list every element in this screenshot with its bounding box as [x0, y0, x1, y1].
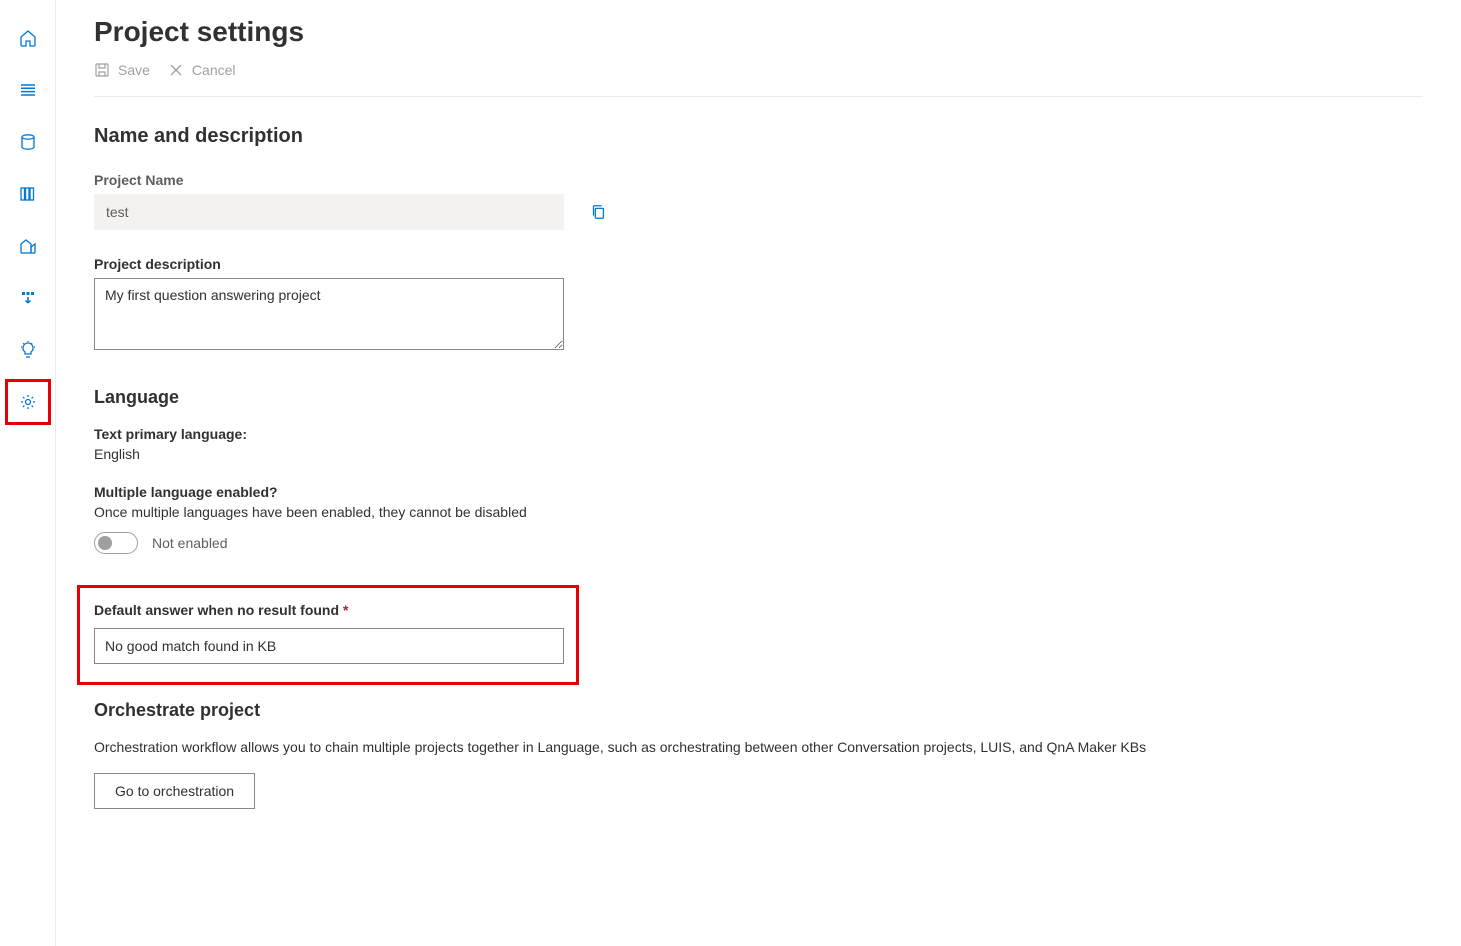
default-answer-label-text: Default answer when no result found	[94, 602, 339, 618]
cancel-button[interactable]: Cancel	[168, 62, 236, 78]
project-name-label: Project Name	[94, 172, 1423, 188]
text-primary-label: Text primary language:	[94, 426, 1423, 442]
toolbar: Save Cancel	[94, 62, 1423, 97]
buildings-icon	[18, 236, 38, 256]
nav-deploy[interactable]	[8, 278, 48, 318]
nav-insights[interactable]	[8, 330, 48, 370]
gear-icon	[18, 392, 38, 412]
page-title: Project settings	[94, 16, 1423, 48]
close-icon	[168, 62, 184, 78]
save-icon	[94, 62, 110, 78]
list-icon	[18, 80, 38, 100]
home-icon	[18, 28, 38, 48]
section-language: Language	[94, 387, 1423, 408]
project-desc-label: Project description	[94, 256, 1423, 272]
default-answer-field[interactable]	[94, 628, 564, 664]
default-answer-label: Default answer when no result found*	[94, 602, 562, 618]
cylinder-icon	[18, 132, 38, 152]
text-primary-value: English	[94, 446, 1423, 462]
multi-lang-toggle[interactable]	[94, 532, 138, 554]
project-name-field	[94, 194, 564, 230]
nav-settings[interactable]	[8, 382, 48, 422]
lightbulb-icon	[18, 340, 38, 360]
multi-lang-label: Multiple language enabled?	[94, 484, 1423, 500]
main-content: Project settings Save Cancel Name and de…	[56, 0, 1461, 946]
nav-lines[interactable]	[8, 70, 48, 110]
project-desc-field[interactable]	[94, 278, 564, 350]
section-orchestrate: Orchestrate project	[94, 700, 1423, 721]
save-button[interactable]: Save	[94, 62, 150, 78]
required-indicator: *	[343, 602, 348, 618]
books-icon	[18, 184, 38, 204]
copy-project-name-button[interactable]	[586, 200, 610, 224]
save-label: Save	[118, 62, 150, 78]
section-name-desc: Name and description	[94, 125, 1423, 148]
nav-library[interactable]	[8, 174, 48, 214]
orchestrate-desc: Orchestration workflow allows you to cha…	[94, 739, 1423, 755]
deploy-icon	[18, 288, 38, 308]
multi-lang-note: Once multiple languages have been enable…	[94, 504, 1423, 520]
go-to-orchestration-button[interactable]: Go to orchestration	[94, 773, 255, 809]
sidebar	[0, 0, 56, 946]
nav-buildings[interactable]	[8, 226, 48, 266]
default-answer-block: Default answer when no result found*	[80, 588, 576, 682]
copy-icon	[589, 203, 607, 221]
multi-lang-toggle-label: Not enabled	[152, 535, 228, 551]
nav-home[interactable]	[8, 18, 48, 58]
cancel-label: Cancel	[192, 62, 236, 78]
nav-database[interactable]	[8, 122, 48, 162]
